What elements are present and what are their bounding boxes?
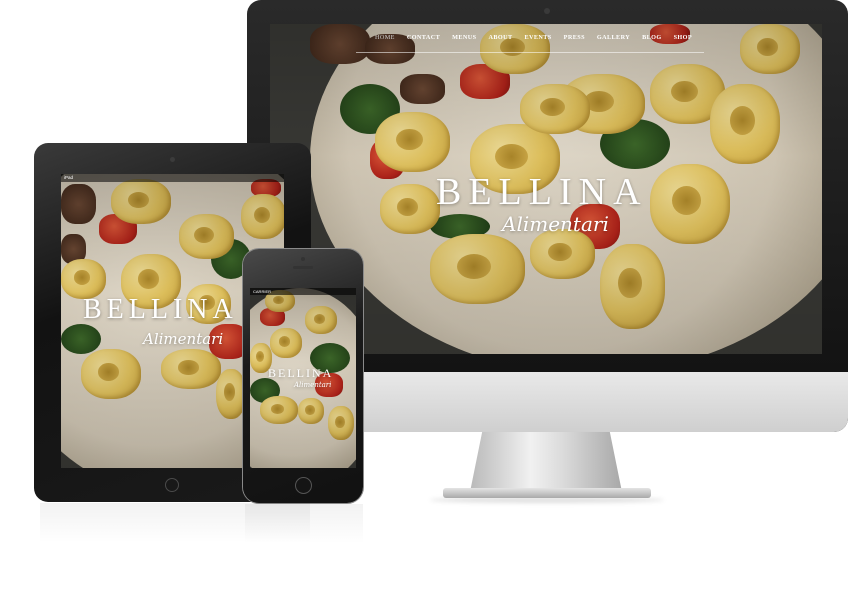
tablet-status-bar: iPad: [61, 174, 284, 182]
monitor-camera: [544, 8, 550, 14]
phone-brand-tagline: Alimentari: [294, 381, 332, 389]
nav-item-contact[interactable]: CONTACT: [407, 34, 440, 41]
nav-item-about[interactable]: ABOUT: [488, 34, 512, 41]
tablet-camera: [170, 157, 175, 162]
tablet-brand-tagline: Alimentari: [143, 330, 224, 348]
phone-status-bar: CARRIER: [250, 288, 356, 295]
nav-divider: [356, 52, 704, 53]
brand-tagline: Alimentari: [502, 212, 609, 236]
brand-logo[interactable]: BELLINA: [436, 170, 648, 214]
main-navigation: HOME CONTACT MENUS ABOUT EVENTS PRESS GA…: [375, 34, 704, 41]
monitor-stand: [470, 432, 622, 492]
phone-website-screen: CARRIER BELLINA Alimentari: [250, 288, 356, 468]
nav-item-press[interactable]: PRESS: [564, 34, 585, 41]
phone-brand-logo[interactable]: BELLINA: [268, 366, 333, 381]
nav-item-blog[interactable]: BLOG: [642, 34, 661, 41]
nav-item-home[interactable]: HOME: [375, 34, 395, 41]
nav-item-events[interactable]: EVENTS: [524, 34, 551, 41]
nav-item-shop[interactable]: SHOP: [674, 34, 692, 41]
tablet-home-button: [165, 478, 179, 492]
monitor-foot: [443, 488, 651, 498]
nav-item-menus[interactable]: MENUS: [452, 34, 476, 41]
phone-camera: [301, 257, 305, 261]
phone-reflection: [245, 504, 363, 544]
nav-item-gallery[interactable]: GALLERY: [597, 34, 630, 41]
tablet-brand-logo[interactable]: BELLINA: [83, 294, 238, 326]
phone-home-button: [295, 477, 312, 494]
phone-speaker: [293, 266, 313, 269]
